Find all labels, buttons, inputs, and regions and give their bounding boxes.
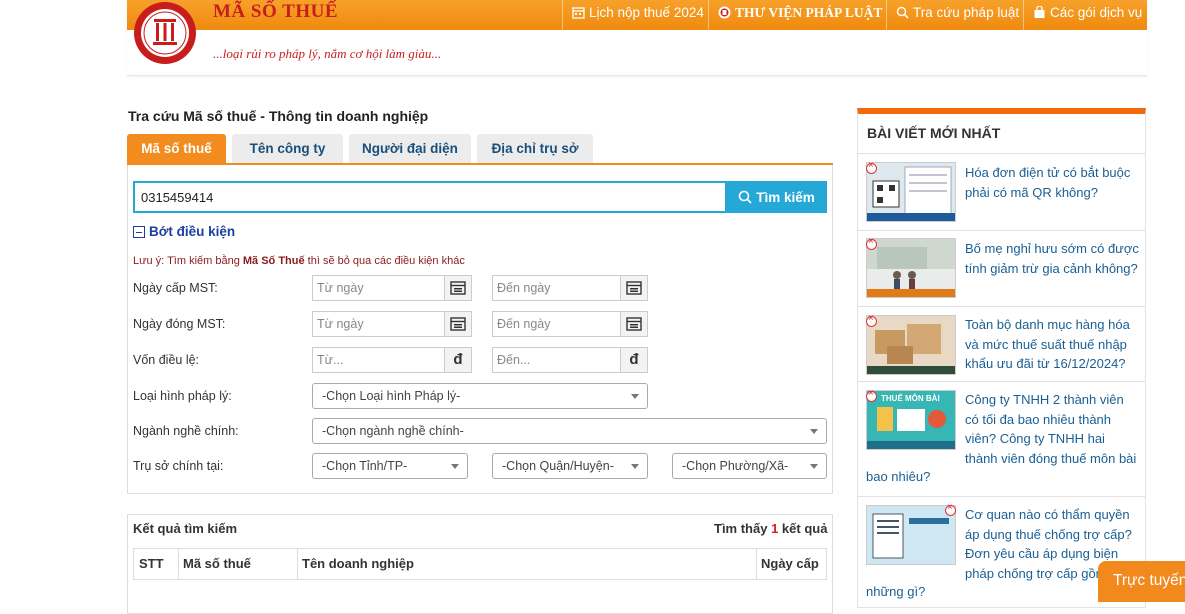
placeholder: Từ... — [317, 353, 344, 367]
calendar-icon — [572, 7, 585, 19]
tab-company-name[interactable]: Tên công ty — [232, 134, 343, 163]
count-suffix: kết quả — [778, 521, 828, 536]
page-title: Tra cứu Mã số thuế - Thông tin doanh ngh… — [128, 108, 429, 124]
collapse-label: Bớt điều kiện — [149, 224, 236, 239]
close-icon — [866, 160, 877, 174]
nav-tax-calendar[interactable]: Lịch nộp thuế 2024 — [562, 0, 704, 30]
article-thumbnail[interactable] — [866, 238, 956, 298]
col-tax-code[interactable]: Mã số thuế — [178, 549, 251, 579]
close-icon — [866, 236, 877, 250]
nav-service-packages[interactable]: Các gói dịch vụ — [1023, 0, 1142, 30]
divider — [858, 153, 1145, 154]
article-link[interactable]: Hóa đơn điện tử có bắt buộc phải có mã Q… — [965, 163, 1141, 202]
legal-type-label: Loại hình pháp lý: — [133, 389, 232, 403]
placeholder: Từ ngày — [317, 281, 364, 295]
industry-select[interactable]: -Chọn ngành nghề chính- — [312, 418, 827, 444]
search-panel — [127, 165, 833, 494]
capital-from-field[interactable]: Từ... đ — [312, 347, 472, 373]
industry-label: Ngành nghề chính: — [133, 424, 239, 438]
note-suffix: thì sẽ bỏ qua các điều kiện khác — [304, 255, 465, 267]
divider — [858, 230, 1145, 231]
article-link-cont[interactable]: những gì? — [866, 584, 925, 599]
online-chat-button[interactable]: Trực tuyến — [1098, 561, 1185, 602]
article-thumbnail[interactable] — [866, 315, 956, 375]
tab-address[interactable]: Địa chỉ trụ sở — [477, 134, 593, 163]
calendar-icon[interactable] — [620, 275, 648, 301]
legal-type-select[interactable]: -Chọn Loại hình Pháp lý- — [312, 383, 648, 409]
calendar-icon[interactable] — [444, 311, 472, 337]
nav-law-lookup[interactable]: Tra cứu pháp luật — [886, 0, 1019, 30]
divider — [858, 496, 1145, 497]
tax-code-search-input[interactable] — [133, 181, 727, 213]
article-link[interactable]: Toàn bộ danh mục hàng hóa và mức thuế su… — [965, 315, 1141, 374]
nav-law-library[interactable]: THƯ VIỆN PHÁP LUẬT — [708, 0, 882, 30]
search-icon — [738, 190, 752, 204]
hq-label: Trụ sở chính tại: — [133, 459, 224, 473]
nav-label: Tra cứu pháp luật — [913, 5, 1020, 20]
article-link-cont[interactable]: bao nhiêu? — [866, 469, 930, 484]
capital-label: Vốn điều lệ: — [133, 353, 200, 367]
issue-date-to-field[interactable]: Đến ngày — [492, 275, 648, 301]
search-tabs: Mã số thuế Tên công ty Người đại diện Đị… — [127, 134, 833, 165]
article-link[interactable]: Bố mẹ nghỉ hưu sớm có được tính giảm trừ… — [965, 239, 1141, 278]
nav-label: Lịch nộp thuế 2024 — [589, 5, 704, 20]
capital-to-field[interactable]: Đến... đ — [492, 347, 648, 373]
divider — [858, 381, 1145, 382]
search-button[interactable]: Tìm kiếm — [726, 181, 827, 213]
district-select[interactable]: -Chọn Quận/Huyện- — [492, 453, 648, 479]
article-link[interactable]: Công ty TNHH 2 thành viên có tối đa bao … — [965, 390, 1141, 468]
close-date-to-field[interactable]: Đến ngày — [492, 311, 648, 337]
article-thumbnail[interactable] — [866, 505, 956, 565]
province-select[interactable]: -Chọn Tỉnh/TP- — [312, 453, 468, 479]
close-date-label: Ngày đóng MST: — [133, 317, 226, 331]
minus-square-icon — [133, 225, 145, 238]
collapse-filters-toggle[interactable]: Bớt điều kiện — [133, 224, 235, 239]
placeholder: Đến... — [497, 353, 531, 367]
thumbnail-caption: THUẾ MÔN BÀI — [881, 393, 940, 403]
currency-dong-addon: đ — [620, 347, 648, 373]
search-button-label: Tìm kiếm — [756, 189, 815, 205]
note-prefix: Lưu ý: Tìm kiếm bằng — [133, 255, 243, 267]
site-header: MÃ SỐ THUẾ ...loại rủi ro pháp lý, nắm c… — [127, 0, 1147, 76]
slogan: ...loại rủi ro pháp lý, nắm cơ hội làm g… — [213, 46, 442, 61]
placeholder: Đến ngày — [497, 281, 551, 295]
search-note: Lưu ý: Tìm kiếm bằng Mã Số Thuế thì sẽ b… — [133, 255, 465, 267]
tab-tax-code[interactable]: Mã số thuế — [127, 134, 226, 163]
placeholder: Từ ngày — [317, 317, 364, 331]
ward-select[interactable]: -Chọn Phường/Xã- — [672, 453, 827, 479]
brand-name[interactable]: MÃ SỐ THUẾ — [213, 1, 338, 23]
nav-label: Các gói dịch vụ — [1050, 5, 1143, 20]
placeholder: Đến ngày — [497, 317, 551, 331]
col-stt[interactable]: STT — [134, 549, 164, 579]
results-table-header: STT Mã số thuế Tên doanh nghiệp Ngày cấp — [133, 548, 827, 580]
results-count: Tìm thấy 1 kết quả — [714, 521, 827, 536]
close-icon — [866, 313, 877, 327]
bag-icon — [1034, 5, 1045, 18]
results-title: Kết quả tìm kiếm — [133, 521, 238, 536]
calendar-icon[interactable] — [620, 311, 648, 337]
col-company-name[interactable]: Tên doanh nghiệp — [297, 549, 414, 579]
close-date-from-field[interactable]: Từ ngày — [312, 311, 472, 337]
close-icon — [945, 502, 956, 516]
sidebar-title: BÀI VIẾT MỚI NHẤT — [867, 125, 1001, 141]
issue-date-from-field[interactable]: Từ ngày — [312, 275, 472, 301]
count-prefix: Tìm thấy — [714, 521, 772, 536]
divider — [858, 306, 1145, 307]
nav-label: THƯ VIỆN PHÁP LUẬT — [735, 5, 883, 20]
search-icon — [896, 6, 909, 19]
tvpl-logo-icon — [718, 6, 731, 19]
calendar-icon[interactable] — [444, 275, 472, 301]
article-thumbnail[interactable] — [866, 162, 956, 222]
close-icon — [866, 388, 877, 402]
article-thumbnail[interactable]: THUẾ MÔN BÀI — [866, 390, 956, 450]
currency-dong-addon: đ — [444, 347, 472, 373]
tvpl-logo-icon[interactable] — [127, 0, 205, 70]
tab-representative[interactable]: Người đại diện — [349, 134, 471, 163]
note-bold: Mã Số Thuế — [242, 255, 305, 267]
issue-date-label: Ngày cấp MST: — [133, 281, 218, 295]
col-issue-date[interactable]: Ngày cấp — [756, 549, 819, 579]
